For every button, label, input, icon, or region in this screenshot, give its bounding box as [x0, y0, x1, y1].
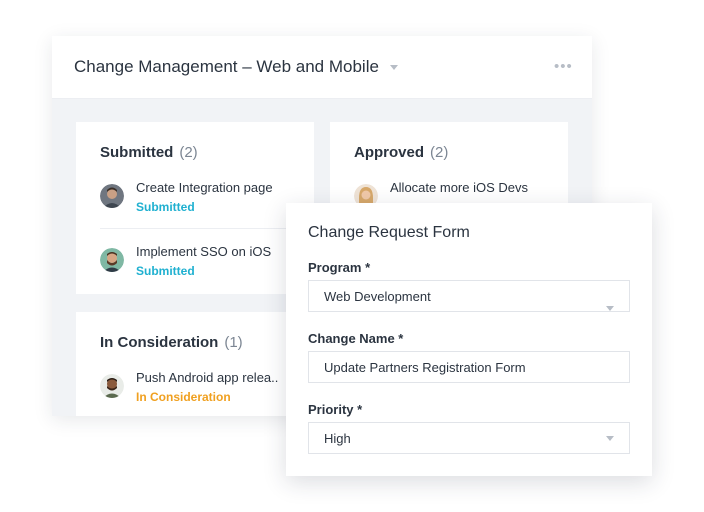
status-badge: In Consideration: [136, 390, 231, 404]
card-title: Implement SSO on iOS: [136, 244, 272, 259]
divider: [100, 228, 290, 229]
change-name-input[interactable]: Update Partners Registration Form: [308, 351, 630, 383]
more-options-icon[interactable]: •••: [554, 58, 573, 75]
change-name-value: Update Partners Registration Form: [324, 360, 526, 375]
priority-value: High: [324, 431, 351, 446]
board-header: Change Management – Web and Mobile •••: [52, 36, 592, 99]
column-count: (2): [430, 144, 449, 161]
column-title: Submitted (2): [100, 144, 198, 161]
column-title-label: Submitted: [100, 144, 174, 161]
chevron-down-icon: [606, 436, 614, 441]
column-title: Approved (2): [354, 144, 448, 161]
card-title: Allocate more iOS Devs: [390, 180, 528, 195]
chevron-down-icon: [606, 306, 614, 311]
column-submitted: Submitted (2) Create Integration page Sub…: [76, 122, 314, 294]
form-title: Change Request Form: [308, 224, 470, 241]
priority-select[interactable]: High: [308, 422, 630, 454]
column-count: (2): [179, 144, 198, 161]
card-item[interactable]: Create Integration page Submitted: [100, 180, 300, 220]
column-title-label: In Consideration: [100, 334, 219, 351]
card-title: Push Android app relea..: [136, 370, 279, 385]
change-name-label: Change Name *: [308, 331, 404, 346]
chevron-down-icon[interactable]: [390, 65, 398, 70]
card-item[interactable]: Push Android app relea.. In Consideratio…: [100, 370, 300, 410]
column-title: In Consideration (1): [100, 334, 243, 351]
avatar: [100, 184, 124, 208]
program-select[interactable]: Web Development: [308, 280, 630, 312]
card-item[interactable]: Implement SSO on iOS Submitted: [100, 244, 300, 284]
column-title-label: Approved: [354, 144, 425, 161]
priority-label: Priority *: [308, 402, 363, 417]
change-request-form: Change Request Form Program * Web Develo…: [286, 203, 652, 476]
column-in-consideration: In Consideration (1) Push Android app rel…: [76, 312, 314, 416]
column-count: (1): [224, 334, 243, 351]
avatar: [100, 248, 124, 272]
avatar: [100, 374, 124, 398]
card-title: Create Integration page: [136, 180, 273, 195]
status-badge: Submitted: [136, 200, 195, 214]
program-value: Web Development: [324, 289, 431, 304]
board-title[interactable]: Change Management – Web and Mobile: [74, 57, 379, 77]
program-label: Program *: [308, 260, 371, 275]
status-badge: Submitted: [136, 264, 195, 278]
